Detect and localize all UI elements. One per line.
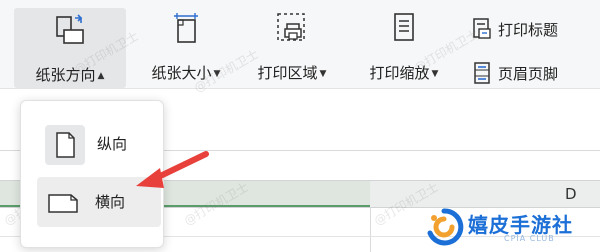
landscape-page-icon: [43, 183, 83, 223]
landscape-label: 横向: [95, 193, 126, 211]
chevron-down-icon: ▼: [431, 68, 439, 79]
ribbon-divider: [0, 88, 600, 89]
header-footer-label: 页眉页脚: [498, 65, 559, 83]
print-scale-icon: [386, 10, 422, 46]
page-orientation-icon: [52, 12, 88, 48]
logo-subtitle: CPIA CLUB: [504, 234, 555, 243]
logo-badge-icon: [424, 207, 464, 247]
print-area-icon: [274, 10, 310, 46]
print-area-label: 打印区域: [257, 64, 318, 82]
portrait-label: 纵向: [97, 135, 128, 153]
annotation-arrow-icon: [130, 150, 210, 192]
chevron-down-icon: ▼: [319, 68, 327, 79]
paper-size-icon: [168, 10, 204, 46]
print-titles-label: 打印标题: [498, 21, 559, 39]
chevron-up-icon: ▲: [97, 70, 105, 81]
portrait-page-icon: [45, 125, 85, 165]
header-footer-button[interactable]: 页眉页脚: [468, 60, 598, 86]
column-header-d[interactable]: D: [565, 185, 577, 203]
print-titles-button[interactable]: 打印标题: [468, 16, 598, 42]
header-footer-icon: [472, 62, 492, 84]
print-area-button[interactable]: 打印区域 ▼: [244, 0, 340, 88]
brand-logo: 嬉皮手游社 CPIA CLUB: [424, 203, 600, 252]
